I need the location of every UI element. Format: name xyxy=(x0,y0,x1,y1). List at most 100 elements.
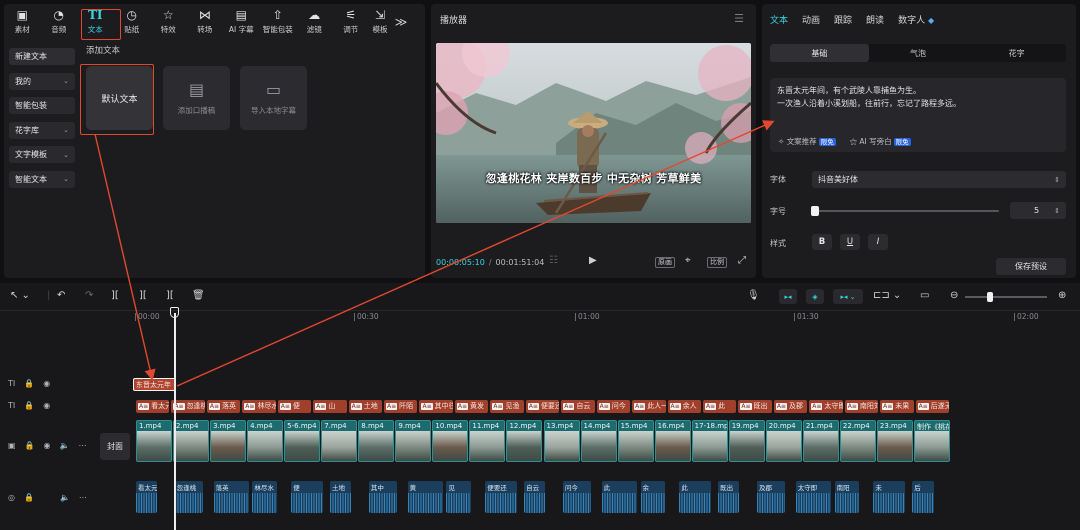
video-clip[interactable]: 制作《桃花 xyxy=(913,420,950,462)
side-item-text-template[interactable]: 文字模板 ⌄ xyxy=(9,146,75,163)
font-select[interactable]: 抖音美好体 ⇕ xyxy=(812,171,1066,188)
play-icon[interactable]: ▶ xyxy=(589,255,597,266)
bold-button[interactable]: B xyxy=(812,234,832,250)
caption-clip[interactable]: A≡ 自云 xyxy=(561,400,595,413)
text-content-box[interactable]: 东晋太元年间，有个武陵人靠捕鱼为生。 一次渔人沿着小溪划船，往前行，忘记了路程多… xyxy=(770,78,1066,152)
ratio-button[interactable]: 比例 xyxy=(707,257,727,268)
side-item-smart-text[interactable]: 智能文本 ⌄ xyxy=(9,170,75,188)
zoom-slider-track[interactable] xyxy=(965,296,1047,298)
audio-clip[interactable]: 太守即 xyxy=(795,481,831,513)
video-clip[interactable]: 19.mp4 xyxy=(728,420,765,462)
audio-clip[interactable]: 其中 xyxy=(368,481,397,513)
subtab-bubble[interactable]: 气泡 xyxy=(869,44,968,62)
audio-clip[interactable]: 土地 xyxy=(330,481,352,513)
tab-media[interactable]: ▣ 素材 xyxy=(4,4,41,40)
more-icon[interactable]: ⋯ xyxy=(78,441,86,450)
video-clip[interactable]: 3.mp4 xyxy=(210,420,247,462)
split-left-icon[interactable]: ][ xyxy=(139,290,147,301)
caption-clip[interactable]: A≡ 此 xyxy=(702,400,737,413)
ai-write-button[interactable]: ⚝ AI 写旁白 限免 xyxy=(850,136,911,147)
video-clip[interactable]: 11.mp4 xyxy=(469,420,506,462)
focus-icon[interactable]: ⌖ xyxy=(685,255,691,266)
subtab-fancy[interactable]: 花字 xyxy=(967,44,1066,62)
text-content[interactable]: 东晋太元年间，有个武陵人靠捕鱼为生。 一次渔人沿着小溪划船，往前行，忘记了路程多… xyxy=(777,84,1059,110)
tab-smart-pack[interactable]: ⇧ 智能包装 xyxy=(260,4,297,40)
audio-clip[interactable]: 南阳 xyxy=(834,481,860,513)
tab-filter[interactable]: ☁ 滤镜 xyxy=(296,4,333,40)
video-clip[interactable]: 17-18.mp4 xyxy=(691,420,728,462)
audio-clip[interactable]: 黄 xyxy=(407,481,443,513)
caption-clip[interactable]: A≡ 落英 xyxy=(206,400,241,413)
caption-clip[interactable]: A≡ 看太元 xyxy=(136,400,170,413)
video-clip[interactable]: 10.mp4 xyxy=(432,420,469,462)
caption-clip[interactable]: A≡ 阡陌 xyxy=(384,400,418,413)
save-preset-button[interactable]: 保存预设 xyxy=(996,258,1066,275)
volume-icon[interactable]: 🔈 xyxy=(60,493,70,502)
tab-effects[interactable]: ☆ 特效 xyxy=(150,4,187,40)
tab-read-aloud[interactable]: 朗读 xyxy=(866,13,884,26)
magnet-icon[interactable]: ◈ xyxy=(806,289,824,304)
text-clip-selected[interactable]: 东晋太元年 xyxy=(133,378,176,391)
tab-template[interactable]: ⇲ 模板 xyxy=(369,4,391,40)
caption-clip[interactable]: A≡ 余人 xyxy=(667,400,701,413)
caption-clip[interactable]: A≡ 及郡 xyxy=(773,400,808,413)
playhead[interactable] xyxy=(174,313,176,530)
audio-clip[interactable]: 未 xyxy=(873,481,905,513)
caption-clip[interactable]: A≡ 既出 xyxy=(738,400,772,413)
video-clip[interactable]: 23.mp4 xyxy=(876,420,913,462)
linkage-icon[interactable]: ▸◂ ⌄ xyxy=(833,289,863,304)
zoom-slider-knob[interactable] xyxy=(986,292,993,302)
tab-text-props[interactable]: 文本 xyxy=(770,13,788,26)
original-quality-button[interactable]: 原画 xyxy=(655,257,675,268)
tab-adjust[interactable]: ⚟ 调节 xyxy=(333,4,370,40)
video-clip[interactable]: 9.mp4 xyxy=(395,420,432,462)
lock-icon[interactable]: 🔒 xyxy=(24,401,34,410)
audio-clip[interactable]: 此 xyxy=(679,481,711,513)
eye-icon[interactable]: ◉ xyxy=(44,441,51,450)
video-clip[interactable]: 15.mp4 xyxy=(617,420,654,462)
audio-clip[interactable]: 自云 xyxy=(524,481,546,513)
audio-clip[interactable]: 看太元 xyxy=(136,481,158,513)
split-icon[interactable]: ][ xyxy=(111,290,119,301)
tab-animation[interactable]: 动画 xyxy=(802,13,820,26)
audio-clip[interactable]: 既出 xyxy=(718,481,740,513)
caption-clip[interactable]: A≡ 太守即 xyxy=(809,400,843,413)
menu-icon[interactable]: ☰ xyxy=(734,12,744,25)
default-text-card[interactable]: 默认文本 xyxy=(86,66,153,130)
video-clip[interactable]: 2.mp4 xyxy=(173,420,210,462)
volume-icon[interactable]: 🔈 xyxy=(60,441,70,450)
link-main-track-icon[interactable]: ▸◂ xyxy=(779,289,797,304)
redo-icon[interactable]: ↷ xyxy=(85,290,93,301)
caption-clip[interactable]: A≡ 此人一 xyxy=(632,400,666,413)
more-tabs-button[interactable]: ≫ xyxy=(391,4,411,40)
audio-clip[interactable]: 忽逢桃 xyxy=(174,481,203,513)
import-subtitle-card[interactable]: ▭ 导入本地字幕 xyxy=(240,66,307,130)
audio-clip[interactable]: 问今 xyxy=(562,481,592,513)
subtab-basic[interactable]: 基础 xyxy=(770,44,869,62)
tab-ai-caption[interactable]: ▤ AI 字幕 xyxy=(223,4,260,40)
copy-recommend-button[interactable]: ✧ 文案推荐 限免 xyxy=(778,136,836,147)
more-icon[interactable]: ⋯ xyxy=(79,493,87,502)
caption-clip[interactable]: A≡ 后遂无 xyxy=(915,400,949,413)
tab-transition[interactable]: ⋈ 转场 xyxy=(187,4,224,40)
audio-clip[interactable]: 此 xyxy=(601,481,637,513)
caption-clip[interactable]: A≡ 南阳刘 xyxy=(844,400,879,413)
video-clip[interactable]: 20.mp4 xyxy=(765,420,802,462)
video-clip[interactable]: 14.mp4 xyxy=(580,420,617,462)
tab-text[interactable]: TI 文本 xyxy=(77,4,114,40)
underline-button[interactable]: U xyxy=(840,234,860,250)
delete-icon[interactable]: 🗑 xyxy=(192,290,205,301)
caption-clip[interactable]: A≡ 土地 xyxy=(348,400,383,413)
caption-clip[interactable]: A≡ 忽逢桃 xyxy=(171,400,205,413)
side-item-mine[interactable]: 我的 ⌄ xyxy=(9,72,75,90)
tab-digital-human[interactable]: 数字人 ◆ xyxy=(898,13,934,26)
video-clip[interactable]: 4.mp4 xyxy=(247,420,284,462)
caption-clip[interactable]: A≡ 山 xyxy=(313,400,347,413)
size-number-input[interactable]: 5 ⇕ xyxy=(1010,202,1066,219)
caption-clip[interactable]: A≡ 便要还 xyxy=(525,400,560,413)
audio-clip[interactable]: 及郡 xyxy=(756,481,786,513)
monitor-icon[interactable]: ▭ xyxy=(920,290,929,301)
audio-clip[interactable]: 便 xyxy=(291,481,323,513)
size-slider-knob[interactable] xyxy=(811,206,819,216)
video-clip[interactable]: 12.mp4 xyxy=(506,420,543,462)
